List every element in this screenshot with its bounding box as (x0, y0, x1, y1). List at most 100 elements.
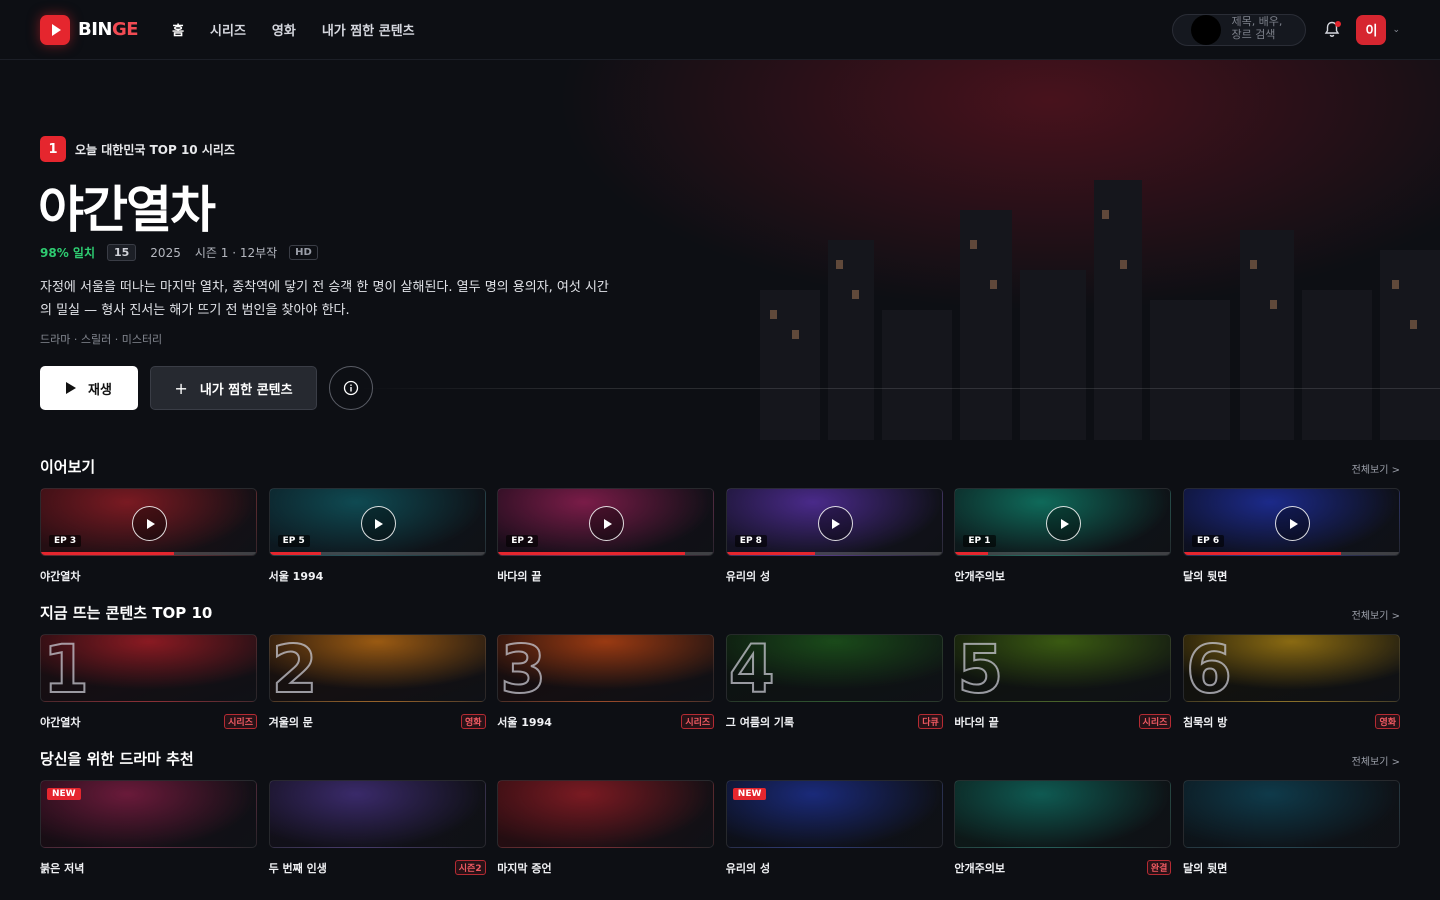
rank-badge: 1 (40, 136, 66, 162)
season-info: 시즌 1 · 12부작 (194, 246, 278, 260)
episode-badge: EP 3 (49, 535, 82, 547)
drama-card[interactable]: 달의 뒷면 (1183, 780, 1400, 875)
search-input[interactable] (1231, 14, 1290, 45)
nav-movies[interactable]: 영화 (272, 20, 296, 39)
card-title: 안개주의보 (954, 862, 1005, 875)
search-icon (1191, 14, 1222, 45)
play-icon (66, 382, 77, 394)
drama-card[interactable]: 두 번째 인생 시즌2 (268, 780, 486, 875)
continue-card[interactable]: EP 8 유리의 성 (725, 488, 943, 583)
quality-badge: HD (289, 245, 318, 260)
top10-thumbnail[interactable]: 3 (497, 634, 715, 702)
notification-bell-icon[interactable] (1322, 20, 1342, 40)
rank-number: 2 (271, 634, 319, 702)
drama-thumbnail[interactable]: NEW (725, 780, 943, 848)
see-all-continue[interactable]: 전체보기 > (1352, 461, 1400, 476)
top-nav-bar: BINGE 홈 시리즈 영화 내가 찜한 콘텐츠 이 ⌄ (0, 0, 1440, 60)
continue-card[interactable]: EP 1 안개주의보 (954, 488, 1172, 583)
episode-badge: EP 8 (734, 535, 767, 547)
top10-card[interactable]: 3 서울 1994 시리즈 (497, 634, 715, 729)
continue-thumbnail[interactable]: EP 1 (954, 488, 1172, 556)
top10-card[interactable]: 2 겨울의 문 영화 (268, 634, 486, 729)
see-all-top10[interactable]: 전체보기 > (1352, 607, 1400, 622)
chevron-down-icon[interactable]: ⌄ (1392, 25, 1400, 35)
continue-thumbnail[interactable]: EP 2 (497, 488, 715, 556)
card-title: 달의 뒷면 (1183, 862, 1228, 875)
drama-thumbnail[interactable] (1183, 780, 1400, 848)
top10-thumbnail[interactable]: 6 (1183, 634, 1400, 702)
card-title: 붉은 저녁 (40, 862, 85, 875)
hero-title: 야간열차 (38, 181, 216, 239)
top10-thumbnail[interactable]: 5 (954, 634, 1172, 702)
continue-card[interactable]: EP 2 바다의 끝 (497, 488, 715, 583)
progress-bar (955, 552, 1171, 555)
nav-my-list[interactable]: 내가 찜한 콘텐츠 (322, 20, 415, 39)
city-skyline-illustration (760, 180, 1440, 440)
episode-badge: EP 1 (963, 535, 996, 547)
top10-thumbnail[interactable]: 1 (40, 634, 257, 702)
continue-card[interactable]: EP 6 달의 뒷면 (1183, 488, 1400, 583)
episode-badge: EP 5 (277, 535, 310, 547)
drama-thumbnail[interactable]: NEW (40, 780, 257, 848)
play-circle-icon[interactable] (1275, 506, 1310, 541)
new-badge: NEW (732, 788, 767, 800)
play-circle-icon[interactable] (1046, 506, 1082, 541)
play-circle-icon[interactable] (360, 506, 396, 541)
drama-thumbnail[interactable] (954, 780, 1172, 848)
search-box[interactable] (1172, 13, 1307, 46)
drama-card[interactable]: 안개주의보 완결 (954, 780, 1172, 875)
category-tag: 시리즈 (681, 714, 715, 729)
top10-card[interactable]: 1 야간열차 시리즈 (40, 634, 257, 729)
drama-thumbnail[interactable] (497, 780, 715, 848)
section-title-continue: 이어보기 (40, 458, 96, 476)
continue-thumbnail[interactable]: EP 8 (725, 488, 943, 556)
card-title: 두 번째 인생 (268, 862, 327, 875)
drama-card[interactable]: NEW 유리의 성 (725, 780, 943, 875)
drama-card[interactable]: 마지막 증언 (497, 780, 715, 875)
card-title: 바다의 끝 (954, 716, 999, 729)
info-button[interactable] (329, 366, 373, 410)
rail-line (360, 388, 1440, 389)
nav-series[interactable]: 시리즈 (210, 20, 246, 39)
top10-card[interactable]: 6 침묵의 방 영화 (1183, 634, 1400, 729)
logo-wordmark: BINGE (78, 19, 139, 40)
profile-avatar[interactable]: 이 (1356, 14, 1387, 45)
continue-thumbnail[interactable]: EP 6 (1183, 488, 1400, 556)
category-tag: 영화 (461, 714, 486, 729)
rank-number: 1 (42, 634, 90, 702)
play-button[interactable]: 재생 (40, 366, 138, 410)
top10-thumbnail[interactable]: 4 (725, 634, 943, 702)
nav-home[interactable]: 홈 (172, 20, 184, 39)
add-to-list-button[interactable]: + 내가 찜한 콘텐츠 (150, 366, 317, 410)
play-circle-icon[interactable] (132, 506, 167, 541)
progress-bar (726, 552, 942, 555)
notification-dot (1335, 20, 1342, 27)
hero-banner: 1 오늘 대한민국 TOP 10 시리즈 야간열차 98% 일치 15 2025… (0, 60, 1440, 440)
top10-card[interactable]: 4 그 여름의 기록 다큐 (725, 634, 943, 729)
drama-thumbnail[interactable] (268, 780, 486, 848)
continue-card[interactable]: EP 3 야간열차 (40, 488, 257, 583)
card-title: 유리의 성 (725, 570, 771, 583)
progress-fill (269, 552, 322, 555)
episode-badge: EP 6 (1192, 535, 1225, 547)
play-logo-icon (40, 14, 70, 45)
progress-bar (498, 552, 714, 555)
top10-card[interactable]: 5 바다의 끝 시리즈 (954, 634, 1172, 729)
binge-logo[interactable]: BINGE (40, 14, 139, 45)
release-year: 2025 (150, 245, 181, 260)
play-circle-icon[interactable] (817, 506, 853, 541)
play-circle-icon[interactable] (589, 506, 625, 541)
status-tag: 시즌2 (454, 860, 486, 875)
rank-number: 3 (499, 634, 547, 702)
progress-bar (41, 552, 256, 555)
continue-card[interactable]: EP 5 서울 1994 (268, 488, 486, 583)
progress-fill (41, 552, 175, 555)
new-badge: NEW (47, 788, 81, 800)
continue-thumbnail[interactable]: EP 3 (40, 488, 257, 556)
top10-thumbnail[interactable]: 2 (268, 634, 486, 702)
hero-meta: 98% 일치 15 2025 시즌 1 · 12부작 HD (40, 244, 318, 261)
drama-card[interactable]: NEW 붉은 저녁 (40, 780, 257, 875)
continue-thumbnail[interactable]: EP 5 (268, 488, 486, 556)
status-tag: 완결 (1146, 860, 1172, 875)
see-all-drama[interactable]: 전체보기 > (1352, 753, 1400, 768)
